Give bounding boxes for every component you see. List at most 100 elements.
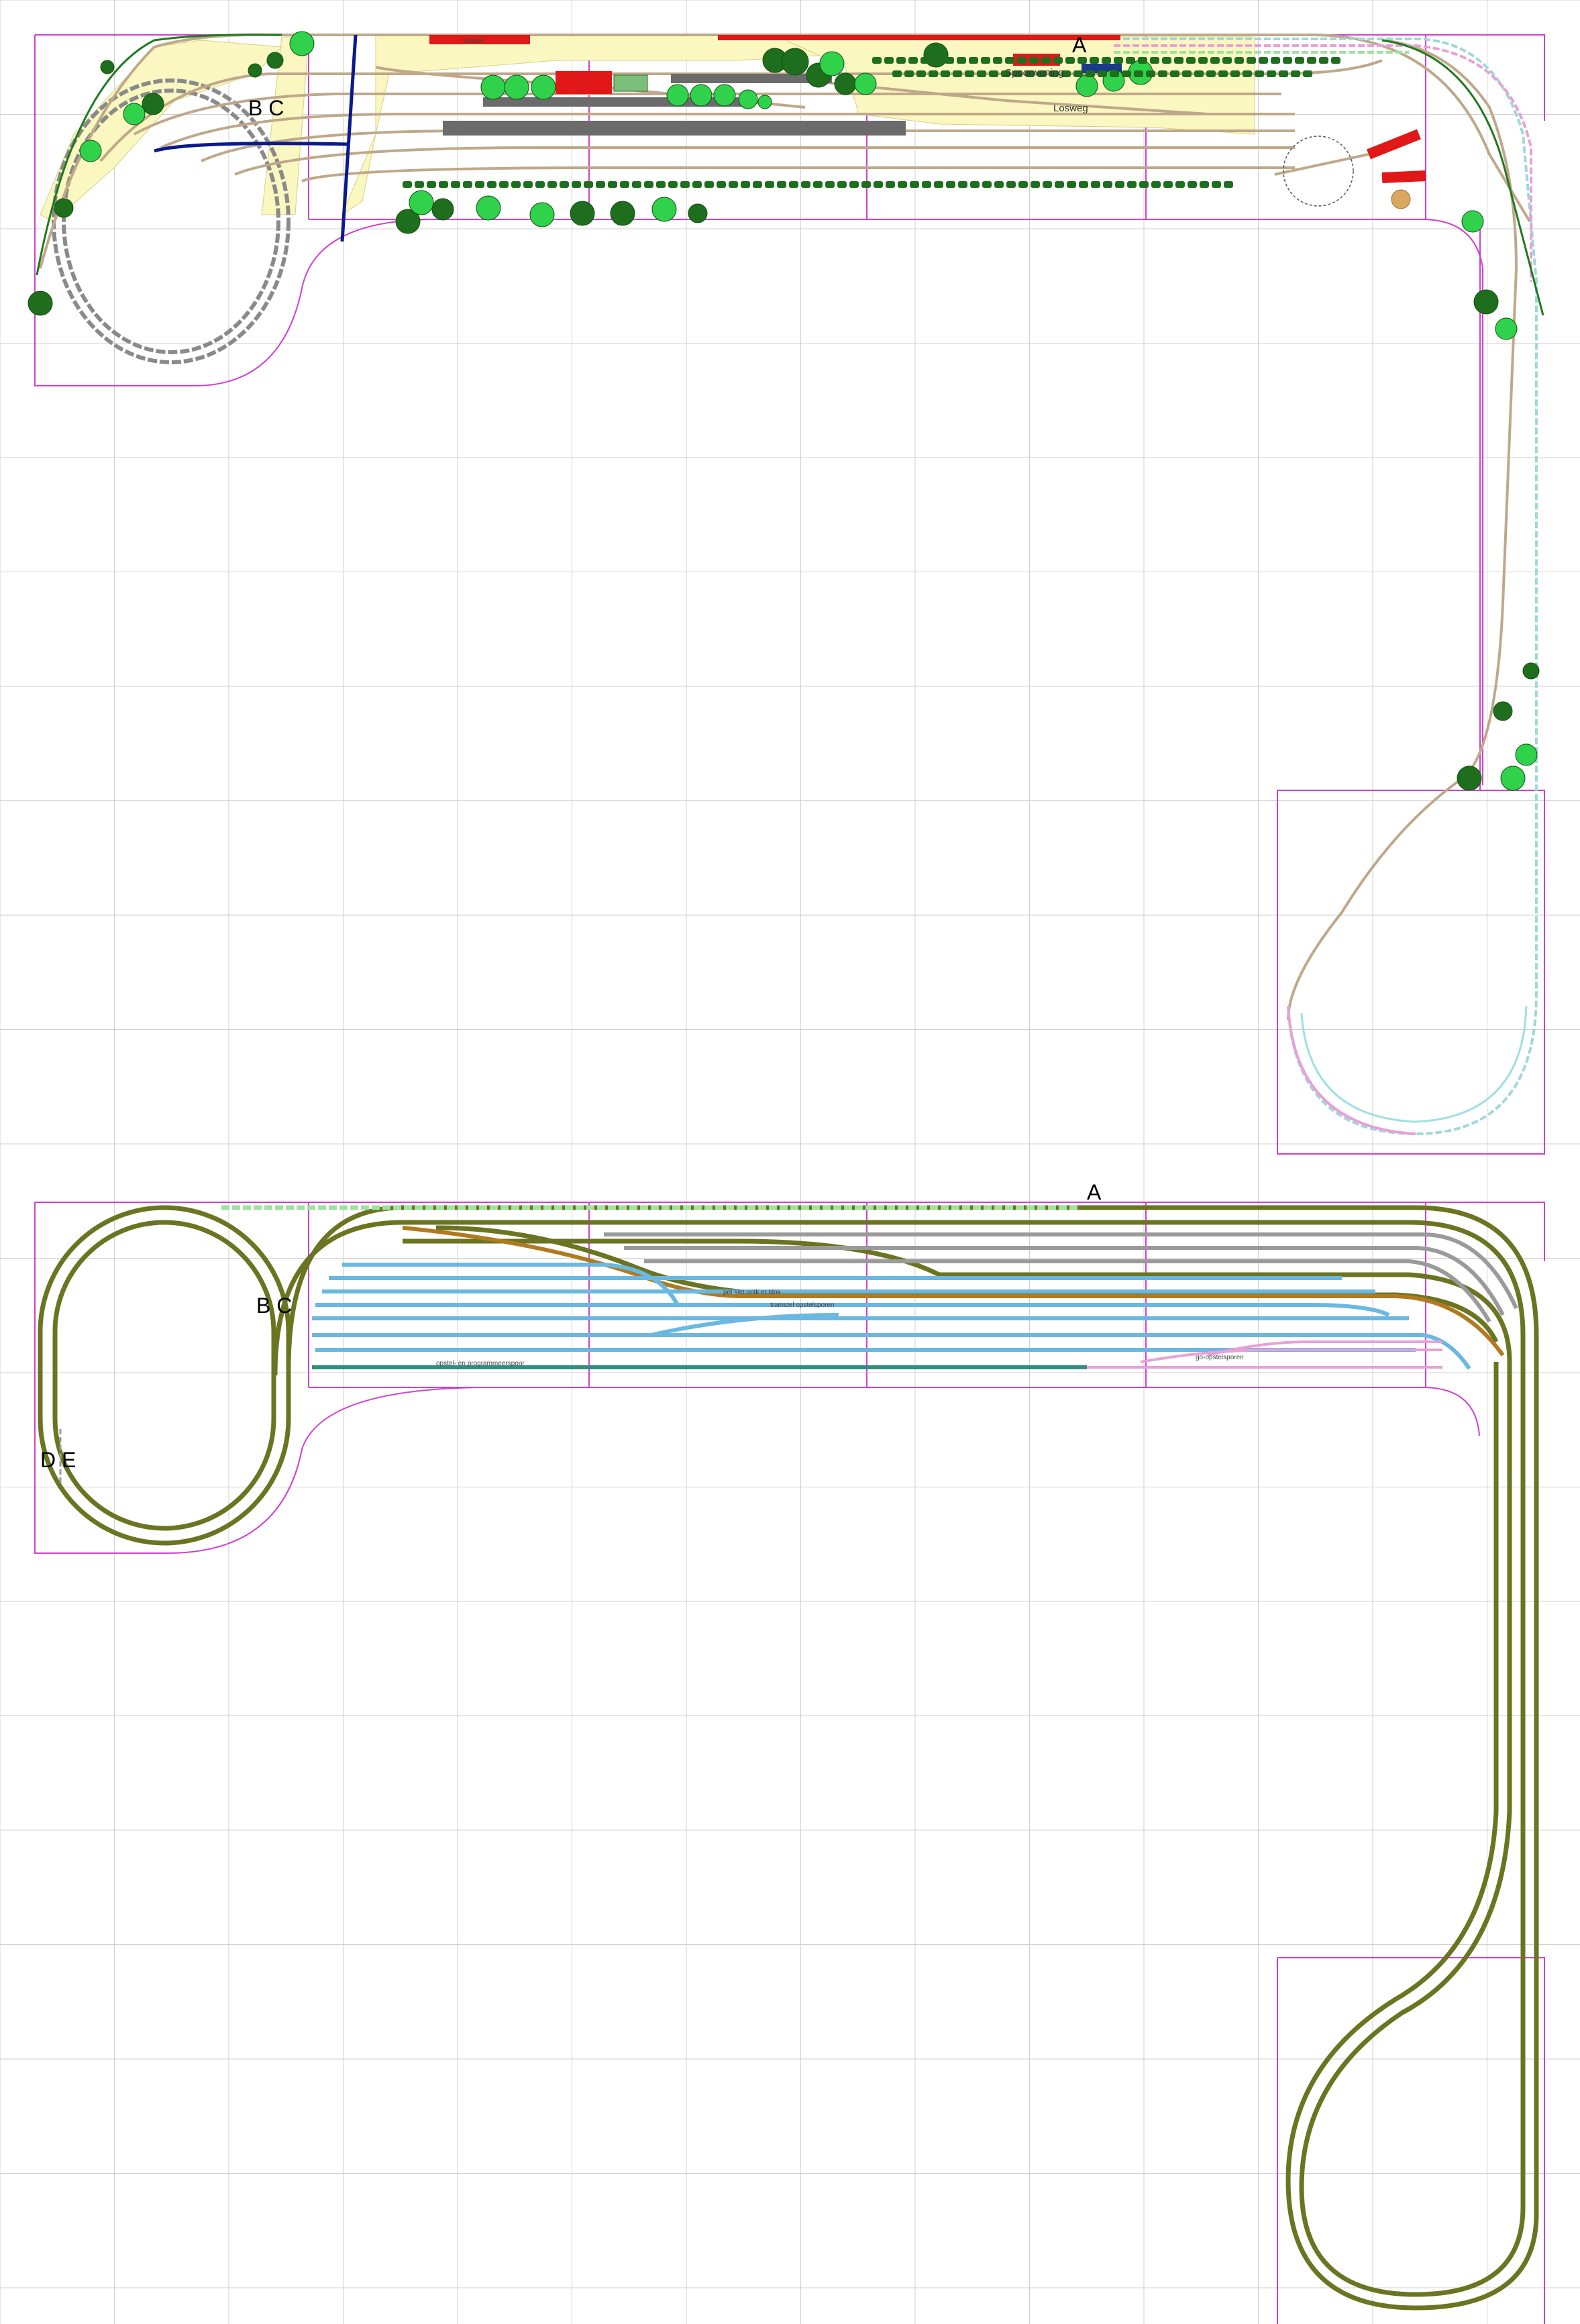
- tree: [834, 72, 857, 95]
- bush: [1247, 57, 1256, 64]
- bush: [765, 181, 774, 188]
- tree: [28, 290, 53, 316]
- bush: [1006, 181, 1016, 188]
- bush: [1255, 70, 1264, 77]
- tree: [529, 202, 555, 227]
- bush: [1175, 181, 1185, 188]
- tree: [854, 72, 877, 95]
- tree: [100, 60, 115, 74]
- label-track-4: go-opstelsporen: [1196, 1354, 1244, 1361]
- bush: [1182, 70, 1192, 77]
- tree: [781, 48, 809, 76]
- bush: [958, 181, 967, 188]
- marker-bc-lower: B C: [256, 1293, 292, 1318]
- bush: [1127, 181, 1137, 188]
- bush: [933, 57, 942, 64]
- bush: [1115, 181, 1124, 188]
- bush: [1158, 70, 1167, 77]
- bush: [945, 57, 954, 64]
- bush: [874, 181, 883, 188]
- bush: [1319, 57, 1328, 64]
- bush: [656, 181, 666, 188]
- bush: [1073, 70, 1083, 77]
- bush: [801, 181, 810, 188]
- tree: [1500, 765, 1526, 791]
- tree: [1457, 765, 1482, 791]
- bush: [1188, 181, 1197, 188]
- bush: [1134, 70, 1143, 77]
- tree: [266, 52, 284, 69]
- tree: [431, 198, 454, 221]
- bush: [1055, 181, 1064, 188]
- water-tower: [1391, 189, 1411, 209]
- lower-pink-yard: [1087, 1340, 1442, 1369]
- bush: [704, 181, 714, 188]
- bush: [1206, 70, 1216, 77]
- bush: [969, 57, 978, 64]
- bush: [608, 181, 617, 188]
- marker-a-upper: A: [1072, 33, 1087, 57]
- bush: [1212, 181, 1221, 188]
- bush: [886, 181, 895, 188]
- tree: [531, 74, 556, 100]
- bush: [920, 57, 930, 64]
- upper-level: A B C Spoorwoning Losweg Station: [28, 31, 1545, 1155]
- bush: [825, 181, 835, 188]
- bush: [1018, 181, 1028, 188]
- bush: [884, 57, 894, 64]
- bush: [1041, 57, 1051, 64]
- bush: [1139, 181, 1149, 188]
- bush: [1103, 181, 1112, 188]
- label-track-1: pol.slet.ontk.er.blok: [723, 1289, 782, 1296]
- tree: [409, 190, 434, 215]
- bush: [904, 70, 914, 77]
- marker-a-lower: A: [1087, 1180, 1102, 1204]
- bush: [1122, 70, 1131, 77]
- bush: [1224, 181, 1233, 188]
- bush: [896, 57, 906, 64]
- bush: [777, 181, 786, 188]
- tree: [54, 198, 74, 218]
- bush: [916, 70, 926, 77]
- marker-de-lower: D E: [40, 1448, 76, 1472]
- bush: [1307, 57, 1316, 64]
- bush: [957, 57, 966, 64]
- bush: [1126, 57, 1135, 64]
- tree: [289, 31, 315, 56]
- bush: [861, 181, 871, 188]
- tree: [651, 197, 677, 222]
- bush: [898, 181, 907, 188]
- bush: [1090, 57, 1099, 64]
- bush: [1218, 70, 1228, 77]
- lower-baseboards: [34, 1202, 1545, 2324]
- bush: [1138, 57, 1147, 64]
- bush: [1200, 181, 1209, 188]
- bush: [680, 181, 690, 188]
- tree: [688, 203, 708, 223]
- bush: [1086, 70, 1095, 77]
- bush: [668, 181, 678, 188]
- bush: [415, 181, 424, 188]
- bush: [547, 181, 557, 188]
- tree: [248, 63, 262, 78]
- label-spoorwoning: Spoorwoning: [1005, 67, 1064, 78]
- bush: [1029, 57, 1039, 64]
- bush: [946, 181, 955, 188]
- label-losweg: Losweg: [1053, 103, 1088, 114]
- bush: [965, 70, 974, 77]
- bush: [560, 181, 569, 188]
- bush: [717, 181, 726, 188]
- bush: [1017, 57, 1026, 64]
- bush: [1163, 181, 1173, 188]
- engine-sheds: [1367, 129, 1426, 183]
- bush: [511, 181, 521, 188]
- track-plan: A B C Spoorwoning Losweg Station A B C D…: [0, 0, 1580, 2324]
- bush: [572, 181, 581, 188]
- tree: [504, 74, 529, 100]
- lower-blue-yard: [312, 1263, 1471, 1370]
- label-station: Station: [463, 38, 484, 45]
- tree: [570, 201, 595, 226]
- bush: [596, 181, 605, 188]
- tree: [476, 195, 501, 221]
- tree: [1493, 701, 1513, 721]
